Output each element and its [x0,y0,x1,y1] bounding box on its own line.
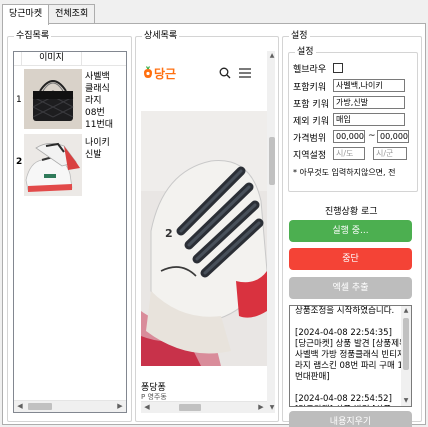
collection-horizontal-scrollbar[interactable]: ◀ ▶ [14,400,126,412]
scrollbar-thumb[interactable] [269,137,275,185]
detail-vertical-scrollbar[interactable]: ▲ ▼ [267,51,275,413]
list-item[interactable]: 1 사벨백 클래식 라지 08번 11번대 [14,67,126,131]
settings-hint: * 아무것도 입력하지않으면, 전 [293,168,396,177]
tab-danggeun-market[interactable]: 당근마켓 [2,4,50,25]
carrot-logo-icon [142,66,154,82]
scrollbar-thumb[interactable] [28,403,52,410]
detail-group: 상세목록 당근 2 퐁당퐁 P 영주동 ▲ ▼ ◀ ▶ [135,30,279,422]
column-number[interactable] [14,52,22,66]
exclude-keyword-label: 제외 키워 [293,117,329,127]
excel-export-button[interactable]: 엑셀 추출 [289,277,412,299]
scroll-right-icon[interactable]: ▶ [114,401,126,412]
price-min-input[interactable]: 00,000 [333,130,365,143]
collection-group-title: 수집목록 [14,30,52,42]
row-title: 나이키 신발 [85,138,110,160]
detail-horizontal-scrollbar[interactable]: ◀ ▶ [141,401,267,413]
progress-log-textbox[interactable]: 상품조정을 시작하였습니다. [2024-04-08 22:54:35] [당근… [289,305,412,407]
progress-log-title: 진행상황 로그 [325,207,378,217]
log-vertical-scrollbar[interactable]: ▲ ▼ [401,306,411,406]
column-title[interactable] [82,52,126,66]
product-image[interactable]: 2 [141,111,267,366]
collection-group: 수집목록 이미지 1 사벨백 클래식 라지 08번 11번대 2 나이키 신발 … [7,30,132,422]
svg-text:2: 2 [165,227,173,240]
scroll-up-icon[interactable]: ▲ [267,51,275,61]
include-keyword-input[interactable]: 사벨백,나이키 [333,79,405,92]
column-image[interactable]: 이미지 [22,52,82,66]
scrollbar-thumb[interactable] [403,318,409,370]
exclude-keyword-input[interactable]: 매입 [333,113,405,126]
scroll-down-icon[interactable]: ▼ [401,396,411,406]
region-label: 지역설정 [293,151,327,161]
clear-log-button[interactable]: 내용지우기 [289,411,412,427]
price-range-label: 가격범위 [293,134,327,144]
price-tilde: ~ [368,131,376,141]
row-number: 2 [16,157,23,167]
scroll-down-icon[interactable]: ▼ [267,403,275,413]
category-keyword-label: 포함 키워 [293,100,329,110]
category-keyword-input[interactable]: 가방,신발 [333,96,405,109]
progress-log-text: 상품조정을 시작하였습니다. [2024-04-08 22:54:35] [당근… [295,306,411,406]
menu-icon[interactable] [239,68,251,81]
settings-inner-title: 설정 [295,46,316,58]
settings-group: 설정 설정 헬브라우 포함키워 사벨백,나이키 포함 키워 가방,신발 제외 키… [282,30,422,427]
region-district-input[interactable]: 시/군 [373,147,407,160]
region-city-input[interactable]: 시/도 [333,147,365,160]
scroll-left-icon[interactable]: ◀ [141,402,153,413]
tab-strip: 당근마켓 전체조회 [2,4,96,25]
row-number: 1 [16,95,22,105]
tab-all-search[interactable]: 전체조회 [48,4,96,24]
web-header: 당근 [141,51,267,87]
list-item[interactable]: 2 나이키 신발 [14,133,126,197]
listview-header: 이미지 [14,52,126,66]
tab-page: 수집목록 이미지 1 사벨백 클래식 라지 08번 11번대 2 나이키 신발 … [2,23,426,427]
detail-group-title: 상세목록 [142,30,180,42]
price-max-input[interactable]: 00,000 [377,130,409,143]
sneaker-thumbnail [24,134,82,196]
detail-webview[interactable]: 당근 2 퐁당퐁 P 영주동 ▲ ▼ ◀ ▶ [141,51,275,413]
stop-button[interactable]: 중단 [289,248,412,270]
include-keyword-label: 포함키워 [293,83,327,93]
headless-label: 헬브라우 [293,65,327,75]
headless-checkbox[interactable] [333,63,343,73]
scroll-right-icon[interactable]: ▶ [255,402,267,413]
run-button[interactable]: 실행 중... [289,220,412,242]
settings-inner-group: 설정 헬브라우 포함키워 사벨백,나이키 포함 키워 가방,신발 제외 키워 매… [288,46,418,192]
row-title: 사벨백 클래식 라지 08번 11번대 [85,72,114,130]
scroll-up-icon[interactable]: ▲ [401,306,411,316]
settings-group-title: 설정 [289,30,310,42]
web-logo[interactable]: 당근 [154,65,176,82]
scrollbar-thumb[interactable] [179,404,201,411]
chanel-bag-thumbnail [24,69,82,129]
collection-listview[interactable]: 이미지 1 사벨백 클래식 라지 08번 11번대 2 나이키 신발 ◀ ▶ [13,51,127,413]
scroll-left-icon[interactable]: ◀ [14,401,26,412]
search-icon[interactable] [219,67,231,82]
